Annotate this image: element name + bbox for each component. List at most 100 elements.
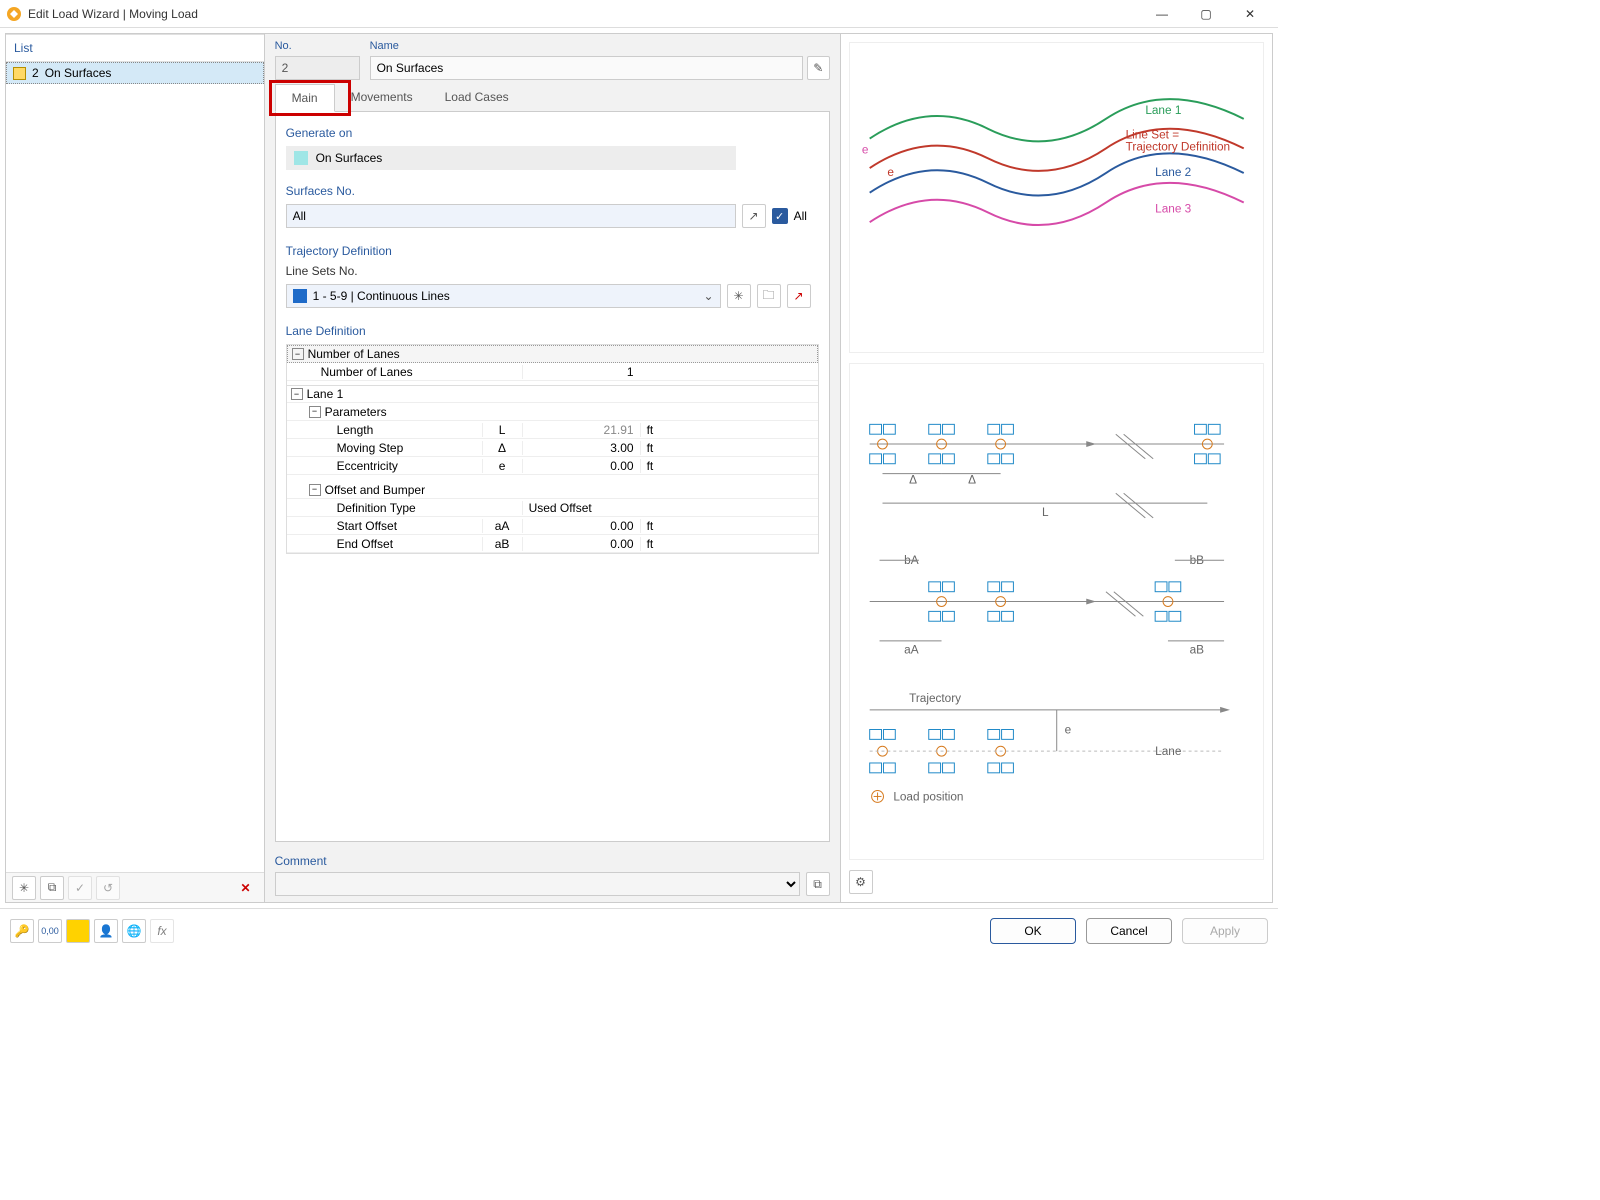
pick-icon: ↗	[794, 289, 804, 303]
edit-lineset-button[interactable]: 🗀	[757, 284, 781, 308]
new-lineset-button[interactable]: ✳	[727, 284, 751, 308]
copy-item-button[interactable]: ⧉	[40, 876, 64, 900]
list-toolbar: ✳ ⧉ ✓ ↺ ✕	[6, 872, 264, 902]
revert-button[interactable]: ↺	[96, 876, 120, 900]
all-surfaces-checkbox[interactable]: ✓	[772, 208, 788, 224]
folder-icon: 🗀	[763, 286, 775, 307]
no-label: No.	[275, 40, 360, 52]
tab-body-main: Generate on On Surfaces Surfaces No. All…	[275, 112, 830, 842]
units-button[interactable]: 0,00	[38, 919, 62, 943]
svg-text:e: e	[861, 142, 868, 156]
library-icon: ⧉	[813, 877, 822, 892]
rename-icon: ✎	[813, 61, 823, 75]
list-item-on-surfaces[interactable]: 2 On Surfaces	[6, 62, 264, 84]
editor-panel: No. Name ✎ Main Movements Load Cases Gen…	[265, 34, 840, 902]
preview-panel: Lane 1 Line Set = Trajectory Definition …	[840, 34, 1272, 902]
chevron-down-icon: ⌄	[704, 289, 714, 303]
cancel-button[interactable]: Cancel	[1086, 918, 1172, 944]
units-icon: 0,00	[41, 926, 59, 936]
tabs: Main Movements Load Cases	[275, 84, 830, 112]
pick-lineset-button[interactable]: ↗	[787, 284, 811, 308]
member-button[interactable]: 👤	[94, 919, 118, 943]
no-input[interactable]	[275, 56, 360, 80]
svg-text:Lane: Lane	[1155, 744, 1182, 758]
surfaces-no-label: Surfaces No.	[286, 184, 819, 198]
help-icon: 🔑	[15, 924, 30, 938]
new-item-button[interactable]: ✳	[12, 876, 36, 900]
ok-button[interactable]: OK	[990, 918, 1076, 944]
lane-tree[interactable]: −Number of Lanes Number of Lanes1 −Lane …	[286, 344, 819, 554]
generate-on-title: Generate on	[286, 126, 819, 140]
svg-text:Lane 2: Lane 2	[1155, 165, 1191, 179]
pick-surfaces-button[interactable]: ↗	[742, 204, 766, 228]
svg-text:Trajectory: Trajectory	[909, 691, 961, 705]
comment-library-button[interactable]: ⧉	[806, 872, 830, 896]
gear-icon: ⚙	[855, 875, 866, 889]
line-sets-label: Line Sets No.	[286, 264, 819, 278]
line-color-icon	[293, 289, 307, 303]
svg-text:Trajectory Definition: Trajectory Definition	[1125, 139, 1229, 153]
all-label: All	[794, 209, 807, 223]
surfaces-no-input[interactable]: All	[286, 204, 736, 228]
lanes-diagram: Lane 1 Line Set = Trajectory Definition …	[849, 42, 1264, 353]
title-bar: Edit Load Wizard | Moving Load ― ▢ ✕	[0, 0, 1278, 28]
svg-text:aB: aB	[1189, 643, 1204, 657]
list-item-label: On Surfaces	[45, 66, 112, 80]
list-item-num: 2	[32, 66, 39, 80]
lane-title: Lane Definition	[286, 324, 819, 338]
apply-button[interactable]: Apply	[1182, 918, 1268, 944]
name-input[interactable]	[370, 56, 803, 80]
revert-icon: ↺	[103, 881, 113, 895]
minimize-button[interactable]: ―	[1140, 0, 1184, 28]
window-title: Edit Load Wizard | Moving Load	[28, 7, 1140, 21]
pick-icon: ↗	[749, 209, 759, 223]
app-icon	[6, 6, 22, 22]
trajectory-title: Trajectory Definition	[286, 244, 819, 258]
line-sets-dropdown[interactable]: 1 - 5-9 | Continuous Lines ⌄	[286, 284, 721, 308]
generate-on-value: On Surfaces	[316, 151, 383, 165]
help-button[interactable]: 🔑	[10, 919, 34, 943]
member-icon: 👤	[99, 924, 114, 938]
surface-color-icon	[294, 151, 308, 165]
svg-text:aA: aA	[904, 643, 919, 657]
check-icon: ✓	[75, 881, 85, 895]
list-item-color-icon	[13, 67, 26, 80]
svg-text:Δ: Δ	[909, 473, 917, 487]
function-button[interactable]: fx	[150, 919, 174, 943]
function-icon: fx	[157, 924, 166, 938]
comment-section: Comment ⧉	[265, 848, 840, 902]
line-sets-value: 1 - 5-9 | Continuous Lines	[313, 289, 450, 303]
list-panel: List 2 On Surfaces ✳ ⧉ ✓ ↺ ✕	[6, 34, 265, 902]
check-button[interactable]: ✓	[68, 876, 92, 900]
svg-text:L: L	[1042, 505, 1049, 519]
step-diagram: Δ Δ L bA bB	[849, 363, 1264, 860]
tab-movements[interactable]: Movements	[335, 84, 429, 111]
bottom-bar: 🔑 0,00 👤 🌐 fx OK Cancel Apply	[0, 908, 1278, 952]
tab-load-cases[interactable]: Load Cases	[429, 84, 525, 111]
tab-main[interactable]: Main	[275, 84, 335, 112]
comment-label: Comment	[275, 854, 830, 868]
svg-text:Lane 3: Lane 3	[1155, 201, 1192, 215]
delete-item-button[interactable]: ✕	[234, 876, 258, 900]
new-icon: ✳	[734, 289, 744, 303]
color-button[interactable]	[66, 919, 90, 943]
svg-text:Load position: Load position	[893, 790, 963, 804]
rename-button[interactable]: ✎	[807, 56, 830, 80]
delete-icon: ✕	[241, 881, 251, 895]
svg-text:e: e	[1064, 723, 1071, 737]
copy-icon: ⧉	[48, 880, 57, 895]
star-new-icon: ✳	[19, 881, 29, 895]
close-button[interactable]: ✕	[1228, 0, 1272, 28]
svg-text:Lane 1: Lane 1	[1145, 103, 1181, 117]
generate-on-field: On Surfaces	[286, 146, 736, 170]
svg-text:Δ: Δ	[968, 473, 976, 487]
svg-text:e: e	[887, 165, 894, 179]
globe-button[interactable]: 🌐	[122, 919, 146, 943]
globe-icon: 🌐	[127, 924, 142, 938]
name-label: Name	[370, 40, 830, 52]
list[interactable]: 2 On Surfaces	[6, 62, 264, 872]
comment-input[interactable]	[275, 872, 800, 896]
preview-settings-button[interactable]: ⚙	[849, 870, 873, 894]
maximize-button[interactable]: ▢	[1184, 0, 1228, 28]
list-header: List	[6, 34, 264, 62]
